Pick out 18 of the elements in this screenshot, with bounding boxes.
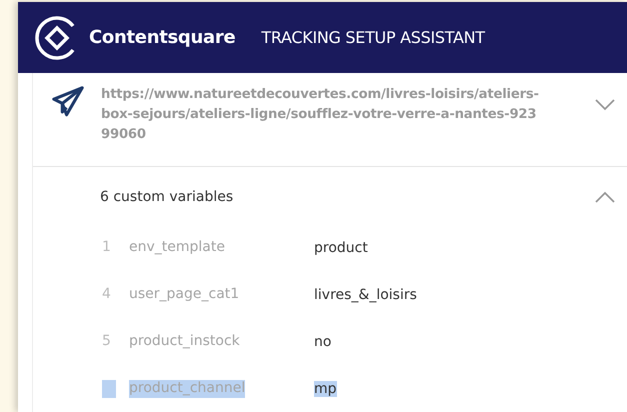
variable-value: mp bbox=[314, 380, 337, 396]
variable-value: livres_&_loisirs bbox=[314, 286, 417, 302]
row-number: 1 bbox=[102, 238, 112, 256]
variable-value: product bbox=[314, 240, 368, 256]
row-number: 4 bbox=[102, 286, 112, 304]
variable-name: user_page_cat1 bbox=[129, 286, 240, 304]
variable-name: product_channel bbox=[129, 380, 246, 398]
section-title: 6 custom variables bbox=[100, 189, 234, 205]
brand-name: Contentsquare bbox=[89, 27, 236, 48]
variable-name: product_instock bbox=[129, 332, 240, 350]
variable-value: no bbox=[314, 334, 332, 350]
chevron-icon[interactable] bbox=[595, 99, 615, 111]
paper-plane-icon bbox=[51, 85, 85, 119]
row-number: 5 bbox=[102, 332, 112, 350]
variable-name: env_template bbox=[129, 238, 225, 256]
chevron-icon[interactable] bbox=[595, 191, 615, 203]
app-title: TRACKING SETUP ASSISTANT bbox=[261, 28, 485, 47]
page-url: https://www.natureetdecouvertes.com/livres-loisirs/ateliers-box-sejours/ateliers-ligne/soufflez-votre-verre-a-nantes-92399060 bbox=[101, 86, 540, 144]
